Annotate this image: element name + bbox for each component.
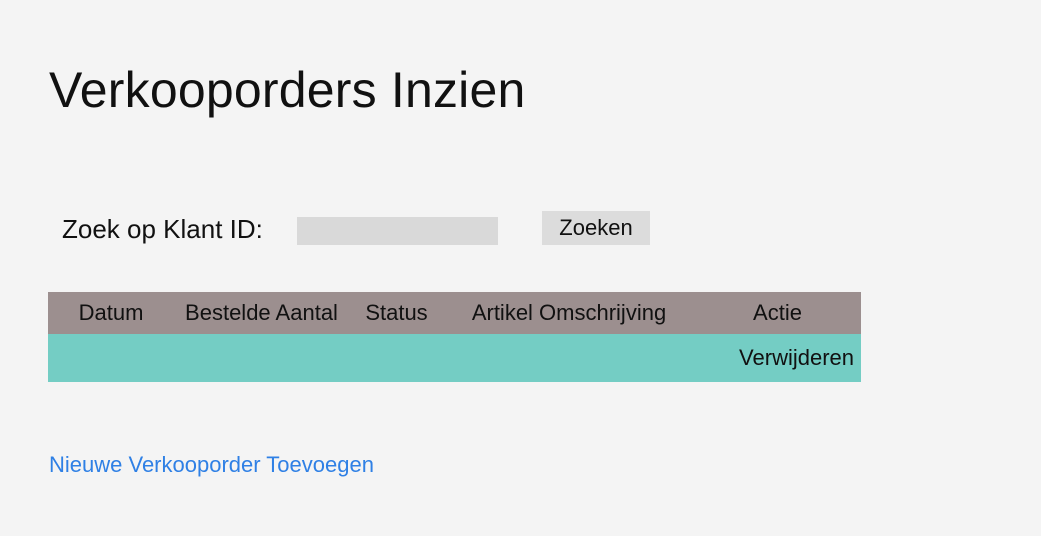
table-header-row: Datum Bestelde Aantal Status Artikel Oms… bbox=[48, 292, 861, 334]
column-header-actie: Actie bbox=[753, 300, 802, 325]
sales-orders-table: Datum Bestelde Aantal Status Artikel Oms… bbox=[48, 292, 861, 382]
cell-bestelde-aantal bbox=[174, 334, 349, 382]
search-label: Zoek op Klant ID: bbox=[62, 214, 263, 244]
cell-actie: Verwijderen bbox=[694, 334, 861, 382]
cell-status bbox=[349, 334, 444, 382]
column-header-artikel-omschrijving: Artikel Omschrijving bbox=[471, 300, 667, 325]
search-button[interactable]: Zoeken bbox=[542, 211, 650, 245]
cell-datum bbox=[48, 334, 174, 382]
cell-artikel-omschrijving bbox=[444, 334, 694, 382]
column-header-status: Status bbox=[365, 300, 428, 325]
page-title: Verkooporders Inzien bbox=[49, 62, 526, 118]
column-header-datum: Datum bbox=[78, 300, 144, 325]
column-header-bestelde-aantal: Bestelde Aantal bbox=[185, 300, 338, 325]
table-row: Verwijderen bbox=[48, 334, 861, 382]
add-sales-order-link[interactable]: Nieuwe Verkooporder Toevoegen bbox=[49, 450, 374, 480]
customer-id-search-input[interactable] bbox=[297, 217, 498, 245]
search-row: Zoek op Klant ID: Zoeken bbox=[62, 210, 682, 246]
delete-order-link[interactable]: Verwijderen bbox=[694, 334, 861, 382]
